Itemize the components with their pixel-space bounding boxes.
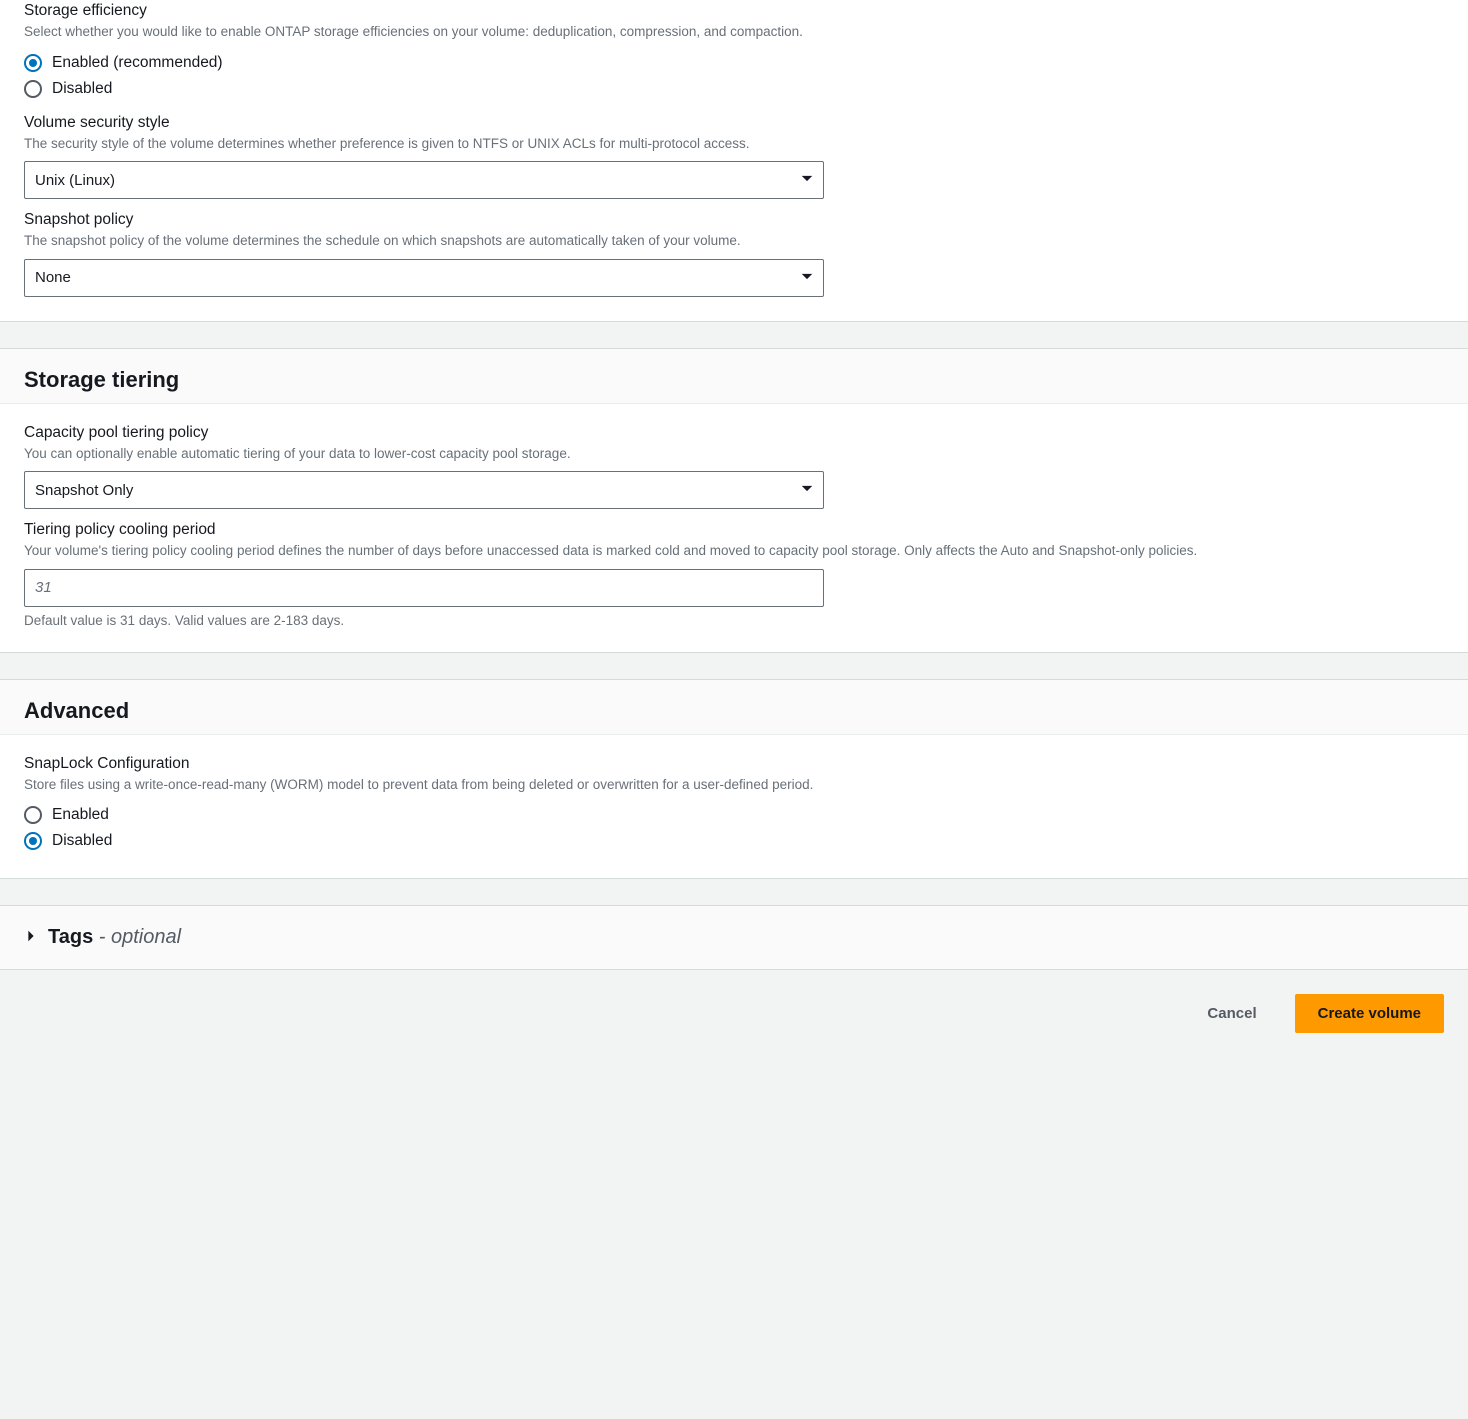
advanced-heading: Advanced (24, 698, 1444, 724)
cooling-period-field: Tiering policy cooling period Your volum… (24, 521, 1444, 628)
caret-right-icon (24, 929, 38, 946)
footer: Cancel Create volume (0, 970, 1468, 1033)
cancel-button[interactable]: Cancel (1185, 995, 1278, 1032)
snapshot-policy-select[interactable]: None (24, 259, 824, 297)
create-volume-button[interactable]: Create volume (1295, 994, 1444, 1033)
capacity-policy-label: Capacity pool tiering policy (24, 424, 1444, 442)
volume-security-field: Volume security style The security style… (24, 114, 1444, 200)
snaplock-desc: Store files using a write-once-read-many… (24, 775, 1444, 795)
snapshot-policy-desc: The snapshot policy of the volume determ… (24, 231, 1444, 251)
tags-expander[interactable]: Tags - optional (0, 905, 1468, 970)
storage-efficiency-desc: Select whether you would like to enable … (24, 22, 1444, 42)
volume-security-select[interactable]: Unix (Linux) (24, 161, 824, 199)
snaplock-field: SnapLock Configuration Store files using… (24, 755, 1444, 855)
tags-suffix: - optional (93, 926, 181, 948)
radio-label: Disabled (52, 832, 112, 850)
advanced-header: Advanced (0, 680, 1468, 735)
select-value: None (35, 269, 71, 286)
volume-security-label: Volume security style (24, 114, 1444, 132)
volume-security-desc: The security style of the volume determi… (24, 134, 1444, 154)
cooling-period-input[interactable] (24, 569, 824, 607)
radio-icon (24, 80, 42, 98)
storage-tiering-panel: Storage tiering Capacity pool tiering po… (0, 348, 1468, 653)
storage-tiering-header: Storage tiering (0, 349, 1468, 404)
snaplock-disabled-radio[interactable]: Disabled (24, 828, 112, 854)
storage-efficiency-disabled-radio[interactable]: Disabled (24, 76, 112, 102)
select-value: Snapshot Only (35, 482, 133, 499)
storage-efficiency-label: Storage efficiency (24, 2, 1444, 20)
storage-tiering-heading: Storage tiering (24, 367, 1444, 393)
radio-icon (24, 806, 42, 824)
storage-efficiency-enabled-radio[interactable]: Enabled (recommended) (24, 50, 223, 76)
radio-label: Enabled (52, 806, 109, 824)
capacity-policy-field: Capacity pool tiering policy You can opt… (24, 424, 1444, 510)
storage-efficiency-field: Storage efficiency Select whether you wo… (24, 2, 1444, 102)
radio-label: Enabled (recommended) (52, 54, 223, 72)
radio-label: Disabled (52, 80, 112, 98)
tags-title: Tags (48, 926, 93, 948)
snaplock-enabled-radio[interactable]: Enabled (24, 802, 109, 828)
capacity-policy-select[interactable]: Snapshot Only (24, 471, 824, 509)
storage-efficiency-panel: Storage efficiency Select whether you wo… (0, 0, 1468, 322)
snapshot-policy-label: Snapshot policy (24, 211, 1444, 229)
advanced-panel: Advanced SnapLock Configuration Store fi… (0, 679, 1468, 880)
capacity-policy-desc: You can optionally enable automatic tier… (24, 444, 1444, 464)
snaplock-label: SnapLock Configuration (24, 755, 1444, 773)
radio-icon (24, 54, 42, 72)
select-value: Unix (Linux) (35, 172, 115, 189)
cooling-period-desc: Your volume's tiering policy cooling per… (24, 541, 1444, 561)
radio-icon (24, 832, 42, 850)
cooling-period-hint: Default value is 31 days. Valid values a… (24, 613, 1444, 628)
snapshot-policy-field: Snapshot policy The snapshot policy of t… (24, 211, 1444, 297)
cooling-period-label: Tiering policy cooling period (24, 521, 1444, 539)
